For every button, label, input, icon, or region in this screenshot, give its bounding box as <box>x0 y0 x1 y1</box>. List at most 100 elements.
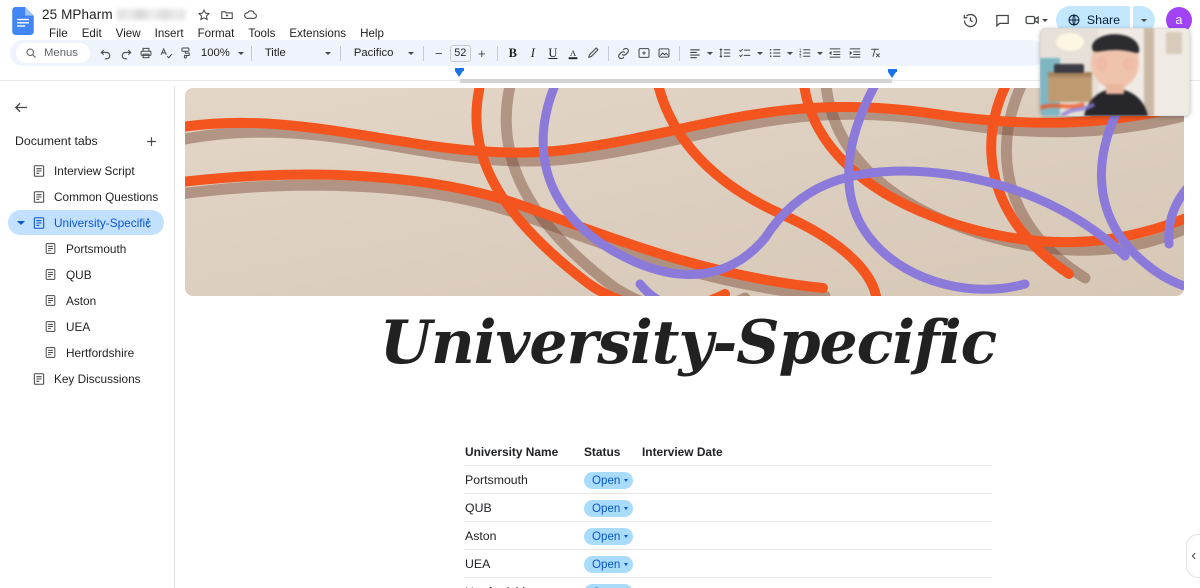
redo-icon <box>121 49 132 60</box>
insert-image-button[interactable] <box>654 43 674 63</box>
line-spacing-button[interactable] <box>715 43 735 63</box>
share-label: Share <box>1086 13 1120 27</box>
toolbar-divider <box>496 45 498 61</box>
bulleted-list-button[interactable] <box>765 43 785 63</box>
undo-button[interactable] <box>96 43 116 63</box>
add-tab-button[interactable] <box>142 132 160 150</box>
table-row[interactable]: QUB Open <box>464 494 992 522</box>
comment-icon[interactable] <box>988 5 1018 35</box>
align-button[interactable] <box>685 43 705 63</box>
document-title[interactable]: 25 MPharm <box>42 7 113 22</box>
chevron-down-icon <box>324 51 331 55</box>
collapse-panel-button[interactable] <box>1186 534 1200 578</box>
table-row[interactable]: Portsmouth Open <box>464 466 992 494</box>
expand-triangle-icon[interactable] <box>17 220 25 225</box>
add-comment-button[interactable] <box>634 43 654 63</box>
chevron-down-icon <box>1141 18 1147 22</box>
text-color-button[interactable]: A <box>563 43 583 63</box>
redo-button[interactable] <box>116 43 136 63</box>
paint-format-button[interactable] <box>176 43 196 63</box>
table-row[interactable]: UEA Open <box>464 550 992 578</box>
doc-tab-icon <box>44 268 58 282</box>
checklist-dropdown[interactable] <box>755 43 765 63</box>
italic-button[interactable]: I <box>523 43 543 63</box>
sidebar-item-common-questions[interactable]: Common Questions <box>8 184 164 209</box>
google-docs-window: 25 MPharm File Edit View Insert Format T… <box>0 0 1200 588</box>
chevron-down-icon <box>706 51 713 55</box>
sidebar-item-uea[interactable]: UEA <box>8 314 164 339</box>
insert-link-button[interactable] <box>614 43 634 63</box>
sidebar-item-qub[interactable]: QUB <box>8 262 164 287</box>
left-indent-marker[interactable] <box>455 68 464 80</box>
chevron-down-icon <box>786 51 793 55</box>
highlight-color-button[interactable] <box>583 43 603 63</box>
zoom-level-label: 100% <box>200 47 230 59</box>
bold-button[interactable]: B <box>503 43 523 63</box>
comment-plus-icon <box>638 48 650 58</box>
cell-university-name: Aston <box>465 528 497 543</box>
svg-text:3: 3 <box>799 54 802 59</box>
right-indent-marker[interactable] <box>888 69 897 81</box>
cell-university-name: Portsmouth <box>465 472 528 487</box>
chevron-down-icon <box>624 478 629 482</box>
bulleted-list-dropdown[interactable] <box>785 43 795 63</box>
sidebar-item-portsmouth[interactable]: Portsmouth <box>8 236 164 261</box>
document-canvas[interactable]: University-Specific University Name Stat… <box>176 86 1200 588</box>
status-badge[interactable]: Open <box>584 471 634 489</box>
version-history-icon[interactable] <box>956 5 986 35</box>
status-label: Open <box>592 473 621 487</box>
decrease-indent-button[interactable] <box>825 43 845 63</box>
table-header-row: University Name Status Interview Date <box>464 438 992 466</box>
numbered-list-button[interactable]: 123 <box>795 43 815 63</box>
decrease-font-size-button[interactable]: − <box>429 43 449 63</box>
menus-search-button[interactable]: Menus <box>16 43 90 63</box>
status-badge[interactable]: Open <box>584 527 634 545</box>
sidebar-item-interview-script[interactable]: Interview Script <box>8 158 164 183</box>
move-folder-icon[interactable] <box>220 8 234 22</box>
toolbar-divider <box>339 45 341 61</box>
chevron-down-icon[interactable] <box>1041 18 1048 22</box>
font-family-label: Pacifico <box>353 47 394 59</box>
cell-university-name: UEA <box>465 556 491 571</box>
font-size-input[interactable]: 52 <box>449 44 471 62</box>
webcam-overlay[interactable] <box>1040 28 1190 116</box>
print-button[interactable] <box>136 43 156 63</box>
sidebar-item-hertfordshire[interactable]: Hertfordshire <box>8 340 164 365</box>
document-banner-image <box>185 88 1184 296</box>
sidebar-item-key-discussions[interactable]: Key Discussions <box>8 366 164 391</box>
doc-tab-icon <box>32 372 46 386</box>
sidebar-item-aston[interactable]: Aston <box>8 288 164 313</box>
chevron-down-icon <box>407 51 414 55</box>
status-badge[interactable]: Open <box>584 583 634 588</box>
underline-button[interactable]: U <box>543 43 563 63</box>
paint-format-icon <box>181 47 190 59</box>
doc-tab-icon <box>32 216 46 230</box>
table-row[interactable]: Hertfordshire Open <box>464 578 992 588</box>
pen-icon <box>587 47 599 58</box>
paragraph-style-select[interactable]: Title <box>257 43 335 63</box>
numbered-list-dropdown[interactable] <box>815 43 825 63</box>
cell-status: Open <box>584 555 642 573</box>
increase-indent-button[interactable] <box>845 43 865 63</box>
status-badge[interactable]: Open <box>584 555 634 573</box>
column-header-university-name: University Name <box>465 444 559 459</box>
toolbar-divider <box>422 45 424 61</box>
checklist-button[interactable] <box>735 43 755 63</box>
clear-formatting-button[interactable] <box>865 43 885 63</box>
cloud-saved-icon[interactable] <box>243 7 258 22</box>
close-sidebar-button[interactable] <box>6 92 36 122</box>
star-icon[interactable] <box>197 8 211 22</box>
font-family-select[interactable]: Pacifico <box>346 43 418 63</box>
align-dropdown[interactable] <box>705 43 715 63</box>
sidebar-item-university-specific[interactable]: University-Specific <box>8 210 164 235</box>
tab-options-icon[interactable] <box>141 216 155 230</box>
toolbar-divider <box>250 45 252 61</box>
font-size-stepper: − 52 + <box>429 43 492 63</box>
zoom-select[interactable]: 100% <box>196 47 246 59</box>
bulleted-list-icon <box>769 48 781 58</box>
spellcheck-button[interactable] <box>156 43 176 63</box>
cell-status: Open <box>584 471 642 489</box>
increase-font-size-button[interactable]: + <box>472 43 492 63</box>
status-badge[interactable]: Open <box>584 499 634 517</box>
table-row[interactable]: Aston Open <box>464 522 992 550</box>
